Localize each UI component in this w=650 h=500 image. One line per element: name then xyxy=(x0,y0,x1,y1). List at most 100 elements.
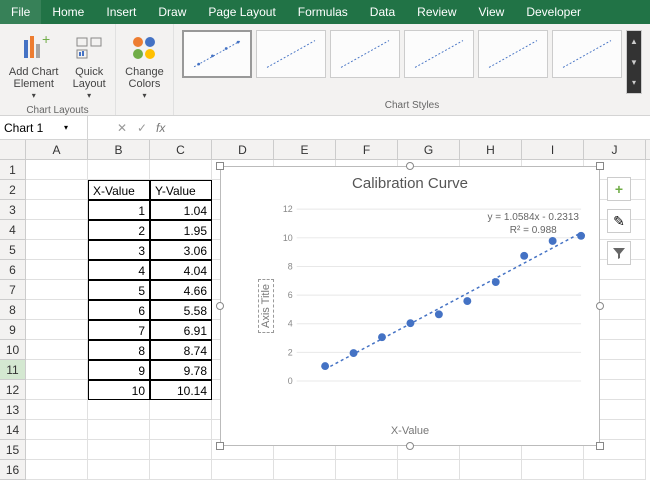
cell[interactable]: 6 xyxy=(88,300,150,320)
cell[interactable] xyxy=(212,460,274,480)
chart-style-thumb[interactable] xyxy=(256,30,326,78)
scroll-up-icon[interactable]: ▲ xyxy=(627,31,641,52)
cell[interactable] xyxy=(26,380,88,400)
cell[interactable] xyxy=(150,440,212,460)
column-header[interactable]: D xyxy=(212,140,274,159)
cell[interactable]: 6.91 xyxy=(150,320,212,340)
row-header[interactable]: 2 xyxy=(0,180,26,200)
cell[interactable]: 4.66 xyxy=(150,280,212,300)
cell[interactable] xyxy=(26,240,88,260)
row-header[interactable]: 16 xyxy=(0,460,26,480)
row-header[interactable]: 10 xyxy=(0,340,26,360)
resize-handle[interactable] xyxy=(406,162,414,170)
cell[interactable]: 5.58 xyxy=(150,300,212,320)
tab-file[interactable]: File xyxy=(0,0,41,24)
tab-insert[interactable]: Insert xyxy=(95,0,147,24)
resize-handle[interactable] xyxy=(596,442,604,450)
cell[interactable]: 9.78 xyxy=(150,360,212,380)
accept-formula-button[interactable]: ✓ xyxy=(132,121,152,135)
cell[interactable]: 1.04 xyxy=(150,200,212,220)
cell[interactable] xyxy=(150,420,212,440)
row-header[interactable]: 1 xyxy=(0,160,26,180)
cell[interactable] xyxy=(26,440,88,460)
scroll-more-icon[interactable]: ▾ xyxy=(627,72,641,93)
cell[interactable]: 8.74 xyxy=(150,340,212,360)
column-header[interactable]: J xyxy=(584,140,646,159)
row-header[interactable]: 4 xyxy=(0,220,26,240)
cell[interactable] xyxy=(398,460,460,480)
cell[interactable] xyxy=(522,460,584,480)
cell[interactable]: 3 xyxy=(88,240,150,260)
cell[interactable]: 10.14 xyxy=(150,380,212,400)
column-header[interactable]: H xyxy=(460,140,522,159)
cell[interactable] xyxy=(88,160,150,180)
tab-data[interactable]: Data xyxy=(359,0,406,24)
row-header[interactable]: 13 xyxy=(0,400,26,420)
cell[interactable] xyxy=(460,460,522,480)
resize-handle[interactable] xyxy=(216,162,224,170)
tab-home[interactable]: Home xyxy=(41,0,95,24)
cell[interactable] xyxy=(26,300,88,320)
cell[interactable] xyxy=(150,460,212,480)
cell[interactable] xyxy=(336,460,398,480)
x-axis-title[interactable]: X-Value xyxy=(391,425,429,437)
cell[interactable] xyxy=(26,400,88,420)
cell[interactable] xyxy=(88,420,150,440)
column-header[interactable]: I xyxy=(522,140,584,159)
cell[interactable]: 4.04 xyxy=(150,260,212,280)
cell[interactable]: 3.06 xyxy=(150,240,212,260)
cell[interactable] xyxy=(26,340,88,360)
cell[interactable] xyxy=(26,260,88,280)
cell[interactable]: 5 xyxy=(88,280,150,300)
cancel-formula-button[interactable]: ✕ xyxy=(112,121,132,135)
resize-handle[interactable] xyxy=(406,442,414,450)
tab-draw[interactable]: Draw xyxy=(147,0,197,24)
cell[interactable] xyxy=(26,220,88,240)
name-box-dropdown-icon[interactable]: ▾ xyxy=(64,123,68,132)
column-header[interactable]: A xyxy=(26,140,88,159)
chart-style-thumb[interactable] xyxy=(330,30,400,78)
chart-elements-button[interactable]: + xyxy=(607,177,631,201)
gallery-scroll[interactable]: ▲▼▾ xyxy=(626,30,642,94)
cell[interactable] xyxy=(26,200,88,220)
column-header[interactable]: F xyxy=(336,140,398,159)
cell[interactable]: 2 xyxy=(88,220,150,240)
cell[interactable]: 10 xyxy=(88,380,150,400)
cell[interactable]: X-Value xyxy=(88,180,150,200)
column-header[interactable]: C xyxy=(150,140,212,159)
cell[interactable] xyxy=(26,360,88,380)
resize-handle[interactable] xyxy=(596,302,604,310)
cell[interactable] xyxy=(88,460,150,480)
chart-filter-button[interactable] xyxy=(607,241,631,265)
cell[interactable]: 7 xyxy=(88,320,150,340)
cell[interactable] xyxy=(26,180,88,200)
cell[interactable] xyxy=(26,460,88,480)
quick-layout-button[interactable]: Quick Layout▾ xyxy=(67,30,111,103)
select-all-corner[interactable] xyxy=(0,140,26,159)
row-header[interactable]: 8 xyxy=(0,300,26,320)
column-header[interactable]: G xyxy=(398,140,460,159)
cell[interactable]: Y-Value xyxy=(150,180,212,200)
cell[interactable] xyxy=(26,420,88,440)
resize-handle[interactable] xyxy=(596,162,604,170)
cell[interactable]: 1.95 xyxy=(150,220,212,240)
cell[interactable] xyxy=(150,160,212,180)
row-header[interactable]: 14 xyxy=(0,420,26,440)
scroll-down-icon[interactable]: ▼ xyxy=(627,52,641,73)
cell[interactable]: 4 xyxy=(88,260,150,280)
tab-developer[interactable]: Developer xyxy=(515,0,592,24)
cell[interactable] xyxy=(274,460,336,480)
formula-input[interactable] xyxy=(169,121,650,135)
row-header[interactable]: 15 xyxy=(0,440,26,460)
name-box-input[interactable] xyxy=(4,121,64,135)
resize-handle[interactable] xyxy=(216,302,224,310)
cell[interactable]: 9 xyxy=(88,360,150,380)
chart-title[interactable]: Calibration Curve xyxy=(221,167,599,194)
tab-page-layout[interactable]: Page Layout xyxy=(197,0,286,24)
row-header[interactable]: 5 xyxy=(0,240,26,260)
row-header[interactable]: 11 xyxy=(0,360,26,380)
cell[interactable] xyxy=(26,280,88,300)
name-box[interactable]: ▾ xyxy=(0,116,88,139)
row-header[interactable]: 3 xyxy=(0,200,26,220)
cell[interactable] xyxy=(88,440,150,460)
